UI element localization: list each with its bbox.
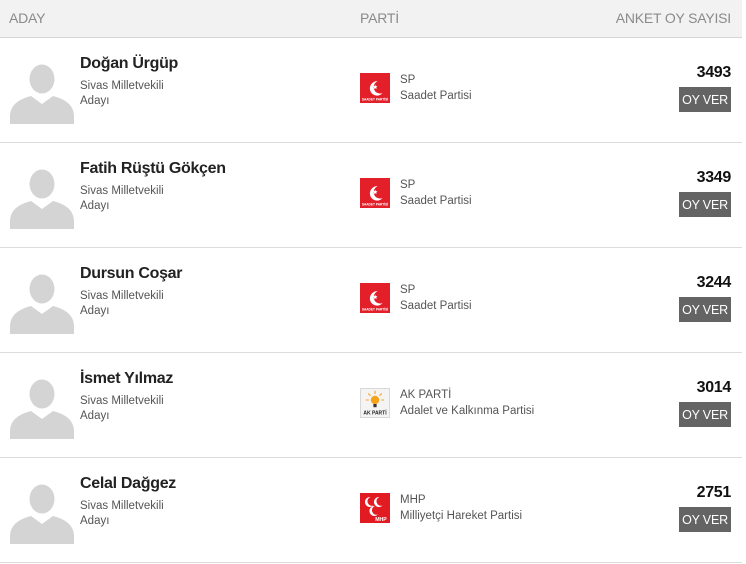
candidate-name[interactable]: İsmet Yılmaz [80,370,173,388]
mhp-logo-icon: MHP [360,493,390,523]
akparti-logo-icon: AK PARTİ [360,388,390,418]
candidate-row: İsmet Yılmaz Sivas Milletvekili Adayı AK… [0,353,742,458]
candidate-row: Fatih Rüştü Gökçen Sivas Milletvekili Ad… [0,143,742,248]
candidate-name[interactable]: Dursun Coşar [80,265,183,283]
candidate-role-line: Adayı [80,410,110,422]
candidate-row: Doğan Ürgüp Sivas Milletvekili Adayı SAA… [0,38,742,143]
vote-button[interactable]: OY VER [679,402,731,427]
party-full-name: Milliyetçi Hareket Partisi [400,510,523,522]
candidate-role-line: Adayı [80,95,110,107]
vote-button[interactable]: OY VER [679,507,731,532]
party-full-name: Saadet Partisi [400,195,472,207]
party-abbreviation: AK PARTİ [400,389,452,401]
vote-button[interactable]: OY VER [679,192,731,217]
candidate-role-line: Adayı [80,515,110,527]
poll-vote-count: 3244 [696,274,732,291]
party-abbreviation: SP [400,74,416,86]
candidate-role-line: Sivas Milletvekili [80,80,164,92]
candidate-role: Sivas Milletvekili Adayı [80,184,200,214]
avatar-placeholder-icon [10,274,74,334]
candidate-row: Dursun Coşar Sivas Milletvekili Adayı SA… [0,248,742,353]
candidate-role: Sivas Milletvekili Adayı [80,394,200,424]
candidate-column-header: ADAY [9,10,46,26]
candidate-role-line: Sivas Milletvekili [80,500,164,512]
candidate-name[interactable]: Doğan Ürgüp [80,55,178,73]
candidate-role-line: Sivas Milletvekili [80,395,164,407]
candidate-role-line: Sivas Milletvekili [80,290,164,302]
poll-vote-count: 3349 [696,169,732,186]
party-abbreviation: SP [400,284,416,296]
saadet-logo-text: SAADET PARTİSİ [362,203,388,207]
avatar-placeholder-icon [10,484,74,544]
table-header: ADAY PARTİ ANKET OY SAYISI [0,0,742,38]
party-full-name: Adalet ve Kalkınma Partisi [400,405,535,417]
candidate-name[interactable]: Celal Dağgez [80,475,176,493]
vote-button[interactable]: OY VER [679,297,731,322]
akparti-logo-text: AK PARTİ [363,410,387,417]
votes-column-header: ANKET OY SAYISI [615,10,731,26]
saadet-party-logo-icon: SAADET PARTİSİ [360,283,390,313]
saadet-party-logo-icon: SAADET PARTİSİ [360,178,390,208]
saadet-logo-text: SAADET PARTİSİ [362,308,388,312]
avatar-placeholder-icon [10,379,74,439]
avatar-placeholder-icon [10,64,74,124]
candidate-row: Celal Dağgez Sivas Milletvekili Adayı MH… [0,458,742,563]
party-full-name: Saadet Partisi [400,90,472,102]
avatar-placeholder-icon [10,169,74,229]
mhp-logo-text: MHP [375,517,387,523]
candidate-role: Sivas Milletvekili Adayı [80,289,200,319]
candidate-role: Sivas Milletvekili Adayı [80,79,200,109]
candidate-role-line: Adayı [80,305,110,317]
party-abbreviation: SP [400,179,416,191]
poll-vote-count: 3014 [696,379,732,396]
candidate-table: ADAY PARTİ ANKET OY SAYISI Doğan Ürgüp S… [0,0,742,564]
poll-vote-count: 3493 [696,64,732,81]
party-full-name: Saadet Partisi [400,300,472,312]
party-abbreviation: MHP [400,494,426,506]
candidate-role-line: Adayı [80,200,110,212]
party-column-header: PARTİ [360,10,399,26]
candidate-role: Sivas Milletvekili Adayı [80,499,200,529]
saadet-party-logo-icon: SAADET PARTİSİ [360,73,390,103]
vote-button[interactable]: OY VER [679,87,731,112]
saadet-logo-text: SAADET PARTİSİ [362,98,388,102]
candidate-name[interactable]: Fatih Rüştü Gökçen [80,160,226,178]
candidate-role-line: Sivas Milletvekili [80,185,164,197]
poll-vote-count: 2751 [696,484,732,501]
